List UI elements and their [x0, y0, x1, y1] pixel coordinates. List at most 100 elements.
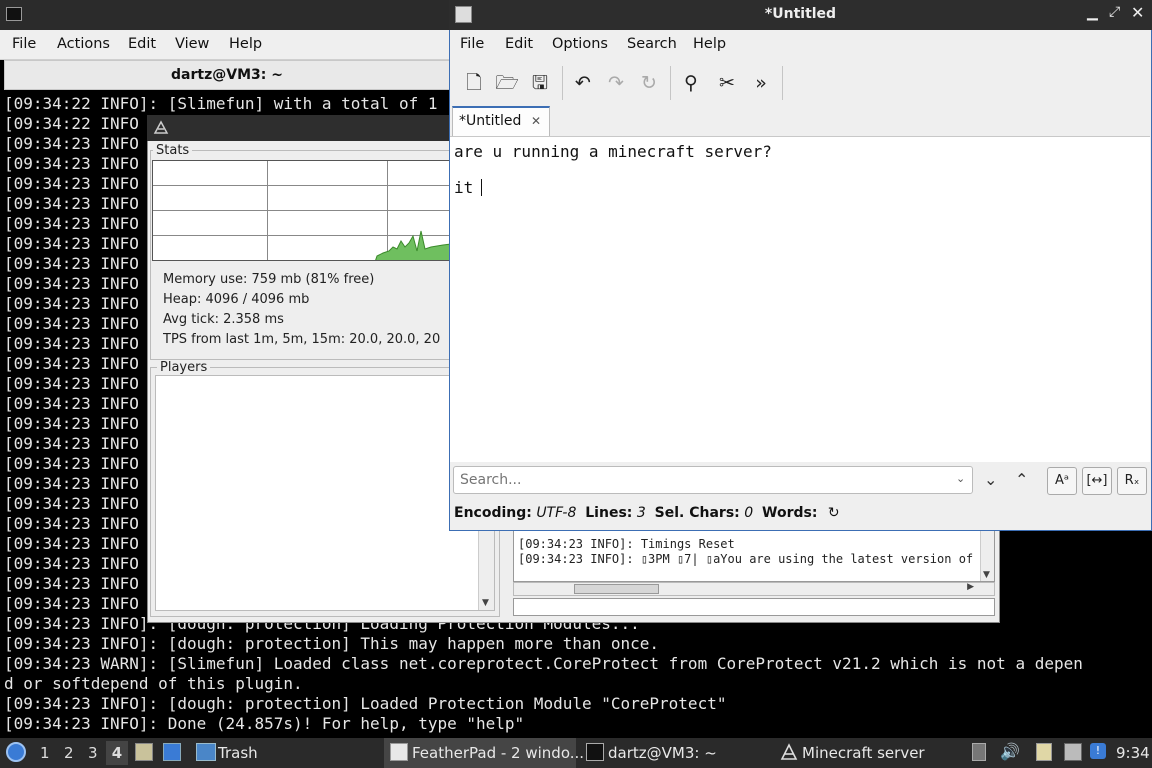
terminal-line: [09:34:23 INFO — [4, 454, 139, 473]
terminal-menu-edit[interactable]: Edit — [128, 30, 156, 58]
volume-icon[interactable]: 🔊 — [1000, 742, 1020, 761]
tab-close-icon[interactable]: ✕ — [531, 108, 541, 134]
clipboard-icon[interactable] — [972, 743, 986, 761]
terminal-line: d or softdepend of this plugin. — [4, 674, 303, 693]
workspace-3[interactable]: 3 — [88, 744, 98, 762]
menu-search[interactable]: Search — [627, 30, 677, 58]
featherpad-titlebar[interactable]: *Untitled ▁ ⤢ ✕ — [449, 0, 1152, 30]
terminal-line: [09:34:23 INFO — [4, 234, 139, 253]
search-dropdown-chevron-icon[interactable]: ⌄ — [956, 472, 965, 485]
save-icon[interactable]: 🖫 — [527, 70, 553, 96]
find-replace-icon[interactable]: ✂ — [714, 70, 740, 96]
terminal-line: [09:34:23 INFO — [4, 554, 139, 573]
text-cursor — [481, 179, 482, 196]
notification-icon[interactable]: ! — [1090, 743, 1106, 759]
terminal-menu-actions[interactable]: Actions — [57, 30, 110, 58]
new-file-icon[interactable]: 🗋 — [461, 70, 487, 96]
tab-untitled[interactable]: *Untitled ✕ — [452, 106, 550, 136]
scrollbar-thumb[interactable] — [574, 584, 659, 594]
menu-file[interactable]: File — [460, 30, 484, 58]
open-file-icon[interactable]: 🗁 — [494, 70, 520, 96]
memory-graph-plot — [375, 230, 449, 260]
workspace-2[interactable]: 2 — [64, 744, 74, 762]
tps-text: TPS from last 1m, 5m, 15m: 20.0, 20.0, 2… — [163, 332, 441, 347]
menu-edit[interactable]: Edit — [505, 30, 533, 58]
terminal-line: [09:34:23 INFO — [4, 354, 139, 373]
notes-icon[interactable] — [1036, 743, 1052, 761]
find-previous-icon[interactable]: ⌃ — [1015, 470, 1028, 489]
regex-icon[interactable]: Rₓ — [1117, 467, 1147, 495]
trash-label[interactable]: Trash — [218, 744, 258, 762]
workspace-4[interactable]: 4 — [106, 741, 128, 765]
start-menu-icon[interactable] — [6, 742, 26, 762]
scroll-down-arrow-icon[interactable]: ▼ — [482, 598, 489, 608]
undo-icon[interactable]: ↶ — [570, 70, 596, 96]
close-icon[interactable]: ✕ — [1131, 3, 1144, 22]
terminal-line: [09:34:23 INFO — [4, 194, 139, 213]
whole-word-icon[interactable]: [↔] — [1082, 467, 1112, 495]
minecraft-titlebar[interactable] — [147, 115, 450, 141]
redo-icon[interactable]: ↷ — [603, 70, 629, 96]
terminal-menu-help[interactable]: Help — [229, 30, 262, 58]
text-editor[interactable] — [450, 136, 1150, 462]
log-vertical-scrollbar[interactable]: ▼ — [980, 531, 994, 581]
file-manager-icon[interactable] — [135, 743, 153, 761]
terminal-line: [09:34:23 INFO — [4, 254, 139, 273]
terminal-line: [09:34:23 INFO — [4, 314, 139, 333]
show-desktop-icon[interactable] — [163, 743, 181, 761]
reload-icon[interactable]: ↻ — [636, 70, 662, 96]
tab-label: *Untitled — [459, 113, 522, 129]
minecraft-app-icon — [153, 120, 169, 134]
task-terminal-label[interactable]: dartz@VM3: ~ — [608, 744, 717, 762]
workspace-1[interactable]: 1 — [40, 744, 50, 762]
search-input[interactable] — [453, 466, 973, 494]
network-icon[interactable] — [1064, 743, 1082, 761]
find-icon[interactable]: ⚲ — [678, 70, 704, 96]
memory-graph — [152, 160, 450, 261]
encoding-value: UTF-8 — [536, 505, 577, 521]
terminal-line: [09:34:23 INFO — [4, 534, 139, 553]
terminal-line: [09:34:23 INFO — [4, 574, 139, 593]
task-featherpad-label[interactable]: FeatherPad - 2 windo... — [412, 744, 584, 762]
terminal-line: [09:34:23 INFO — [4, 214, 139, 233]
task-minecraft-label[interactable]: Minecraft server — [802, 744, 925, 762]
server-log[interactable]: [09:34:23 INFO]: Timings Reset [09:34:23… — [513, 530, 995, 582]
encoding-label: Encoding: — [454, 505, 532, 521]
terminal-line: [09:34:23 INFO — [4, 434, 139, 453]
players-list[interactable]: ▼ — [155, 375, 495, 611]
terminal-line: [09:34:23 INFO — [4, 494, 139, 513]
scroll-right-arrow-icon[interactable]: ▶ — [967, 582, 974, 592]
menu-options[interactable]: Options — [552, 30, 608, 58]
terminal-tab[interactable]: dartz@VM3: ~ — [4, 60, 450, 90]
terminal-line: [09:34:22 INFO — [4, 114, 139, 133]
terminal-menu-file[interactable]: File — [12, 30, 36, 58]
terminal-line: [09:34:23 INFO — [4, 334, 139, 353]
trash-folder-icon[interactable] — [196, 743, 216, 761]
sel-chars-value: 0 — [744, 505, 754, 521]
maximize-icon[interactable]: ⤢ — [1109, 4, 1120, 20]
terminal-menu-view[interactable]: View — [175, 30, 209, 58]
scroll-down-arrow-icon[interactable]: ▼ — [983, 570, 990, 580]
more-icon[interactable]: » — [748, 70, 774, 96]
memory-use-text: Memory use: 759 mb (81% free) — [163, 272, 375, 287]
minimize-icon[interactable]: ▁ — [1087, 5, 1098, 21]
editor-line: it — [454, 178, 483, 197]
match-case-icon[interactable]: Aᵃ — [1047, 467, 1077, 495]
stats-label: Stats — [153, 143, 193, 158]
refresh-word-count-icon[interactable]: ↻ — [828, 505, 840, 521]
featherpad-task-icon — [390, 743, 408, 761]
terminal-line: [09:34:23 INFO — [4, 514, 139, 533]
featherpad-menubar: File Edit Options Search Help — [450, 30, 1151, 60]
log-line: [09:34:23 INFO]: Timings Reset — [518, 537, 735, 551]
terminal-line: [09:34:23 INFO — [4, 274, 139, 293]
menu-help[interactable]: Help — [693, 30, 726, 58]
log-horizontal-scrollbar[interactable]: ▶ — [513, 582, 995, 596]
find-next-icon[interactable]: ⌄ — [984, 470, 997, 489]
terminal-line: [09:34:23 WARN]: [Slimefun] Loaded class… — [4, 654, 1083, 673]
sel-chars-label: Sel. Chars: — [654, 505, 740, 521]
minecraft-task-icon — [780, 743, 798, 760]
command-input[interactable] — [513, 598, 995, 616]
terminal-line: [09:34:23 INFO]: [dough: protection] Thi… — [4, 634, 660, 653]
terminal-line: [09:34:22 INFO]: [Slimefun] with a total… — [4, 94, 438, 113]
terminal-line: [09:34:23 INFO — [4, 154, 139, 173]
